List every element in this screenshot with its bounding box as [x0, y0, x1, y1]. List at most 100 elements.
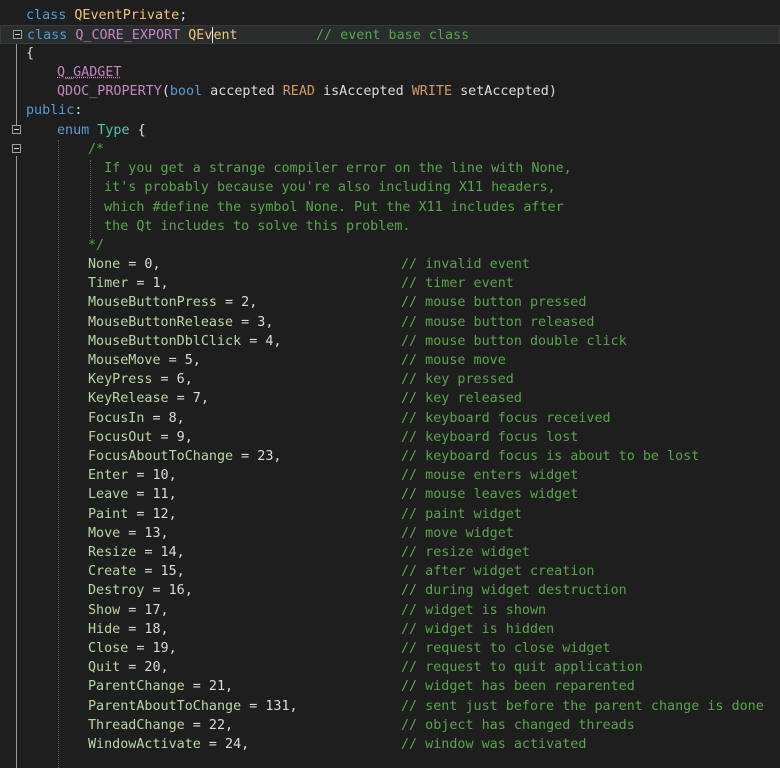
enum-member-name: Enter [88, 468, 129, 484]
class-name: QEventPrivate [74, 8, 180, 23]
enum-member-value: = 8, [144, 410, 185, 426]
enum-row[interactable]: MouseButtonPress = 2, // mouse button pre… [0, 293, 780, 312]
enum-row[interactable]: Destroy = 16, // during widget destructio… [0, 581, 780, 600]
enum-member-value: = 9, [152, 429, 193, 445]
enum-member-value: = 17, [120, 602, 169, 618]
enum-member-name: FocusIn [88, 410, 145, 426]
code-comment: // keyboard focus is about to be lost [401, 449, 700, 464]
enum-member-name: ParentChange [88, 679, 185, 695]
code-editor[interactable]: class QEventPrivate; class Q_CORE_EXPORT… [0, 0, 780, 768]
code-line[interactable]: */ [0, 236, 780, 255]
enum-row[interactable]: Enter = 10, // mouse enters widget [0, 466, 780, 485]
comment-text: */ [88, 238, 105, 253]
macro: Q_GADGET [57, 65, 122, 80]
enum-member-name: Paint [88, 506, 129, 522]
enum-row[interactable]: Resize = 14, // resize widget [0, 543, 780, 562]
enum-row[interactable]: None = 0, // invalid event [0, 255, 780, 274]
code-comment: // keyboard focus received [401, 410, 611, 426]
enum-member-value: = 13, [120, 525, 169, 541]
code-line[interactable]: which #define the symbol None. Put the X… [0, 198, 780, 217]
macro: Q_CORE_EXPORT [75, 28, 181, 43]
code-comment: // mouse button released [401, 314, 595, 330]
keyword: class [26, 8, 67, 23]
code-comment: // widget is shown [401, 602, 547, 618]
enum-row[interactable]: MouseButtonDblClick = 4, // mouse button … [0, 332, 780, 351]
code-comment: // mouse move [401, 353, 506, 368]
enum-row[interactable]: FocusOut = 9, // keyboard focus lost [0, 428, 780, 447]
enum-member-value: = 7, [168, 391, 209, 407]
enum-row[interactable]: KeyRelease = 7, // key released [0, 389, 780, 408]
fold-collapse-icon[interactable] [12, 144, 21, 153]
enum-member-name: ParentAboutToChange [88, 698, 242, 714]
enum-row[interactable]: Paint = 12, // paint widget [0, 505, 780, 524]
enum-member-value: = 16, [144, 583, 193, 599]
enum-member-value: = 18, [120, 621, 169, 637]
enum-row[interactable]: Quit = 20, // request to quit application [0, 658, 780, 677]
enum-row[interactable]: MouseMove = 5, // mouse move [0, 351, 780, 370]
enum-member-name: Close [88, 641, 129, 656]
enum-member-value: = 2, [217, 295, 258, 311]
code-comment: // event base class [316, 28, 470, 43]
enum-member-name: MouseButtonDblClick [88, 333, 242, 349]
enum-member-value: = 19, [128, 641, 177, 656]
code-line[interactable]: public: [0, 101, 780, 120]
code-line[interactable]: If you get a strange compiler error on t… [0, 159, 780, 178]
code-comment: // during widget destruction [401, 583, 627, 599]
enum-member-value: = 131, [241, 698, 298, 714]
enum-row[interactable]: Hide = 18, // widget is hidden [0, 620, 780, 639]
enum-row[interactable]: Leave = 11, // mouse leaves widget [0, 485, 780, 504]
enum-name: Type [97, 123, 130, 138]
enum-row[interactable]: FocusIn = 8, // keyboard focus received [0, 409, 780, 428]
enum-row[interactable]: Move = 13, // move widget [0, 524, 780, 543]
enum-member-name: FocusOut [88, 429, 153, 445]
keyword: enum [57, 123, 90, 138]
code-line[interactable]: enum Type { [0, 121, 780, 140]
enum-row[interactable]: Close = 19, // request to close widget [0, 639, 780, 658]
code-line[interactable]: /* [0, 140, 780, 159]
enum-row[interactable]: ThreadChange = 22, // object has changed … [0, 716, 780, 735]
enum-member-name: Resize [88, 545, 137, 560]
code-comment: // mouse leaves widget [401, 487, 579, 503]
code-line[interactable]: the Qt includes to solve this problem. [0, 217, 780, 236]
enum-member-name: Move [88, 525, 121, 541]
enum-member-value: = 24, [200, 737, 250, 752]
enum-row[interactable]: WindowActivate = 24, // window was activa… [0, 735, 780, 754]
comment-text: /* [88, 142, 105, 157]
enum-row[interactable]: Show = 17, // widget is shown [0, 601, 780, 620]
enum-member-value: = 21, [184, 679, 234, 695]
keyword: class [27, 28, 68, 43]
code-comment: // after widget creation [401, 564, 595, 580]
enum-row[interactable]: ParentChange = 21, // widget has been rep… [0, 677, 780, 696]
fold-collapse-icon[interactable] [12, 125, 21, 134]
code-comment: // key released [401, 391, 522, 407]
code-line[interactable]: { [0, 44, 780, 63]
enum-row[interactable]: FocusAboutToChange = 23, // keyboard focu… [0, 447, 780, 466]
enum-row[interactable]: Create = 15, // after widget creation [0, 562, 780, 581]
enum-member-name: ThreadChange [88, 717, 185, 733]
enum-row[interactable]: ParentAboutToChange = 131, // sent just b… [0, 697, 780, 716]
enum-member-name: WindowActivate [88, 737, 201, 752]
current-code-line[interactable]: class Q_CORE_EXPORT QEvent // event base… [0, 25, 780, 45]
code-comment: // widget is hidden [401, 621, 555, 637]
code-line[interactable]: QDOC_PROPERTY(bool accepted READ isAccep… [0, 82, 780, 101]
code-comment: // mouse button double click [401, 333, 627, 349]
enum-member-value: = 4, [241, 333, 282, 349]
enum-member-value: = 6, [152, 372, 193, 388]
comment-text: which #define the symbol None. Put the X… [88, 199, 564, 215]
macro: QDOC_PROPERTY [57, 84, 162, 99]
code-line[interactable]: it's probably because you're also includ… [0, 178, 780, 197]
keyword: public [26, 103, 75, 118]
code-line[interactable]: Q_GADGET [0, 63, 780, 82]
comment-text: If you get a strange compiler error on t… [88, 161, 572, 177]
code-comment: // widget has been reparented [401, 679, 635, 695]
fold-collapse-icon[interactable] [13, 30, 22, 39]
enum-row[interactable]: MouseButtonRelease = 3, // mouse button r… [0, 313, 780, 332]
enum-member-name: Create [88, 564, 137, 580]
enum-member-value: = 10, [128, 468, 177, 484]
enum-row[interactable]: KeyPress = 6, // key pressed [0, 370, 780, 389]
enum-member-value: = 14, [136, 545, 185, 560]
code-comment: // invalid event [401, 257, 530, 272]
enum-row[interactable]: Timer = 1, // timer event [0, 274, 780, 293]
enum-member-name: MouseButtonPress [88, 295, 217, 311]
code-line[interactable]: class QEventPrivate; [0, 6, 780, 25]
